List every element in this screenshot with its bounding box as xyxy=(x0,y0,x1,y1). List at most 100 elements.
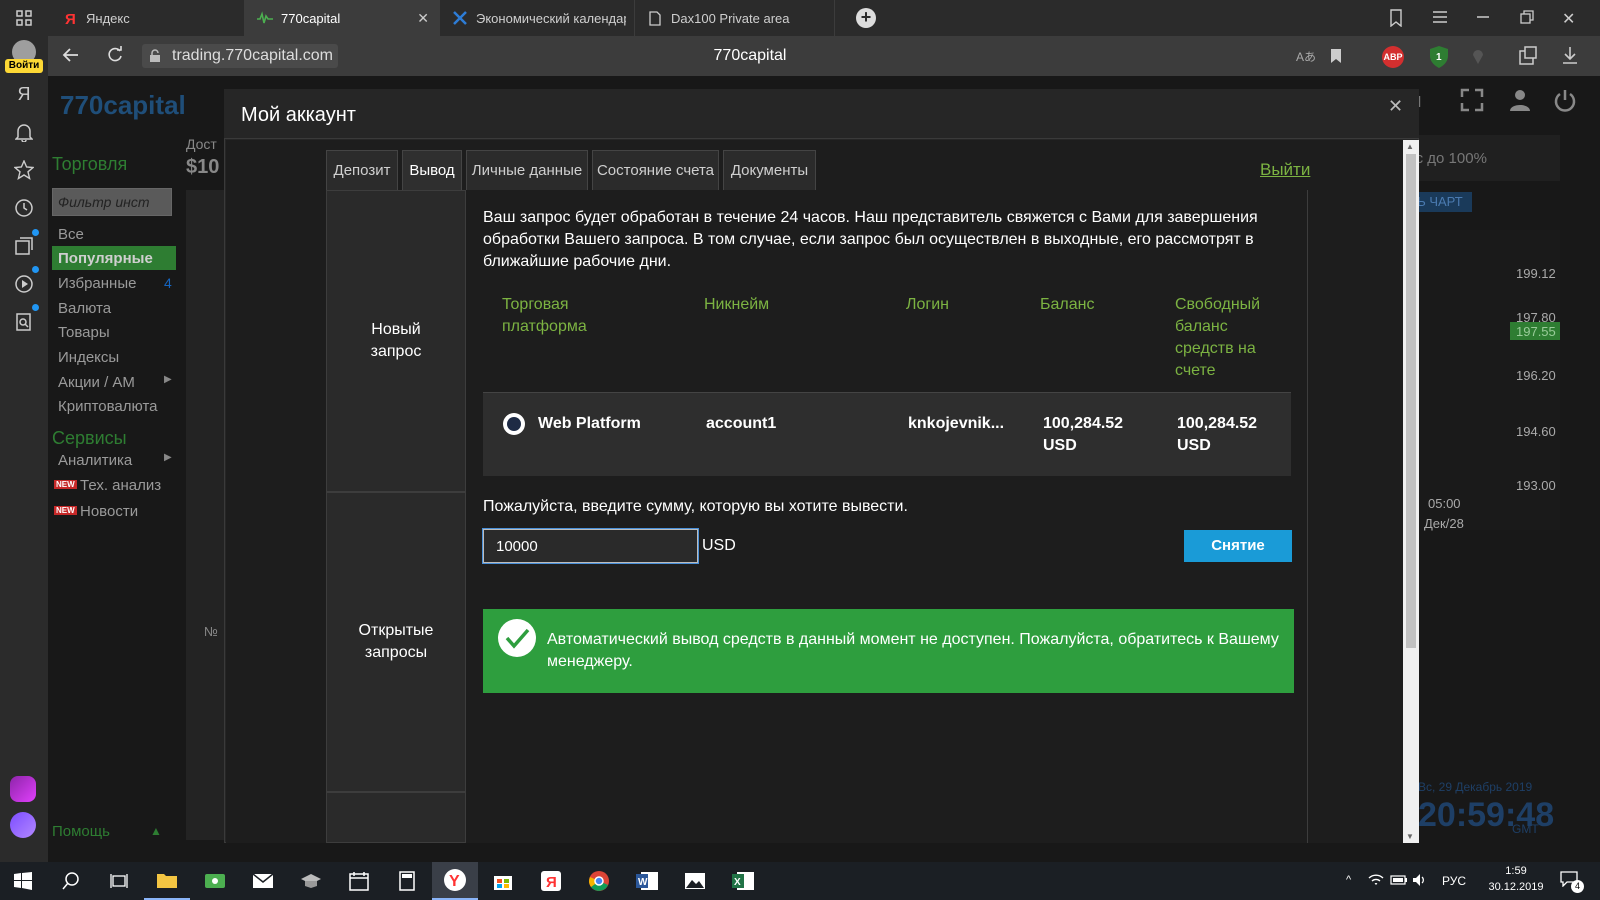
search-page-icon[interactable] xyxy=(12,310,36,334)
svg-text:Я: Я xyxy=(65,11,76,26)
logout-link[interactable]: Выйти xyxy=(1260,160,1310,180)
fullscreen-icon[interactable] xyxy=(1460,88,1484,112)
sidebar-heading-trading: Торговля xyxy=(52,154,128,174)
tab-dax100[interactable]: Dax100 Private area xyxy=(635,0,835,36)
cell-platform: Web Platform xyxy=(538,415,641,432)
collections-icon[interactable] xyxy=(12,234,36,258)
sidebar-item-favorites[interactable]: Избранные xyxy=(58,275,136,292)
task-view-icon[interactable] xyxy=(96,862,142,900)
scroll-down-arrow-icon[interactable]: ▼ xyxy=(1406,832,1414,841)
volume-icon[interactable] xyxy=(1412,873,1428,887)
mail-icon[interactable] xyxy=(240,862,286,900)
wifi-icon[interactable] xyxy=(1368,873,1384,887)
windows-start-icon[interactable] xyxy=(0,862,46,900)
chrome-icon[interactable] xyxy=(576,862,622,900)
cell-balance: 100,284.52 USD xyxy=(1043,415,1124,454)
side-open-requests[interactable]: Открытые запросы xyxy=(326,492,466,792)
search-icon[interactable] xyxy=(48,862,94,900)
tab-account-status[interactable]: Состояние счета xyxy=(592,150,719,190)
calendar-site-icon xyxy=(452,10,468,26)
tray-chevron-icon[interactable]: ^ xyxy=(1346,874,1351,886)
tabs-grid-icon[interactable] xyxy=(12,6,36,30)
tray-time[interactable]: 1:59 xyxy=(1492,865,1540,877)
clock-date: Вс, 29 Декабрь 2019 xyxy=(1418,780,1533,794)
withdraw-amount-input[interactable] xyxy=(483,529,698,563)
app-logo: 770capital xyxy=(60,90,186,120)
cell-nickname: account1 xyxy=(706,415,777,432)
check-circle-icon xyxy=(498,619,536,657)
sidebar-item-commodities[interactable]: Товары xyxy=(58,324,110,341)
help-link[interactable]: Помощь xyxy=(52,823,110,840)
star-icon[interactable] xyxy=(12,158,36,182)
new-tab-plus-icon[interactable]: + xyxy=(856,8,876,28)
svg-text:W: W xyxy=(638,877,648,888)
photos-icon[interactable] xyxy=(672,862,718,900)
alice-app-icon[interactable] xyxy=(10,776,36,802)
sidebar-item-indices[interactable]: Индексы xyxy=(58,349,119,366)
sidebar-item-stocks[interactable]: Акции / АМ xyxy=(58,374,135,391)
tab-calendar[interactable]: Экономический календар xyxy=(440,0,635,36)
tab-770capital[interactable]: 770capital ✕ xyxy=(245,0,440,36)
translate-icon[interactable]: Aあ xyxy=(1296,48,1316,65)
download-icon[interactable] xyxy=(1562,46,1578,64)
education-app-icon[interactable] xyxy=(288,862,334,900)
store-icon[interactable] xyxy=(480,862,526,900)
col-header-nickname: Никнейм xyxy=(704,296,770,313)
extensions-icon[interactable] xyxy=(1518,46,1538,66)
balance-label: Дост xyxy=(186,136,217,152)
bell-icon[interactable] xyxy=(12,120,36,144)
minimize-icon[interactable] xyxy=(1476,10,1490,24)
battery-icon[interactable] xyxy=(1390,875,1408,885)
yandex-ya-icon[interactable]: Я xyxy=(12,82,36,106)
video-play-icon[interactable] xyxy=(12,272,36,296)
calculator-icon[interactable] xyxy=(384,862,430,900)
sidebar-item-currency[interactable]: Валюта xyxy=(58,300,111,317)
withdraw-submit-button[interactable]: Снятие xyxy=(1184,530,1292,562)
input-language[interactable]: РУС xyxy=(1442,874,1466,888)
amount-prompt: Пожалуйста, введите сумму, которую вы хо… xyxy=(483,498,908,515)
yandex-browser-icon[interactable]: Y xyxy=(432,862,478,900)
scroll-up-arrow-icon[interactable]: ▲ xyxy=(1406,142,1414,151)
sidebar-item-tech-analysis[interactable]: Тех. анализ xyxy=(80,477,161,494)
tab-deposit[interactable]: Депозит xyxy=(326,150,398,190)
tray-date[interactable]: 30.12.2019 xyxy=(1476,881,1556,893)
location-icon[interactable] xyxy=(1472,47,1484,65)
excel-icon[interactable]: X xyxy=(720,862,766,900)
bookmarks-panel-icon[interactable] xyxy=(1388,9,1404,27)
sidebar-item-popular[interactable]: Популярные xyxy=(58,250,153,267)
tab-personal-data[interactable]: Личные данные xyxy=(466,150,588,190)
price-tick: 196.20 xyxy=(1516,368,1556,383)
money-app-icon[interactable] xyxy=(192,862,238,900)
sidebar-item-crypto[interactable]: Криптовалюта xyxy=(58,398,158,415)
tab-withdraw[interactable]: Вывод xyxy=(402,150,462,190)
sidebar-item-all[interactable]: Все xyxy=(58,226,84,243)
yandex-app-icon[interactable]: Я xyxy=(528,862,574,900)
tab-content-panel xyxy=(326,190,1308,843)
adblock-icon[interactable]: ABP xyxy=(1382,46,1404,68)
tab-yandex[interactable]: Я Яндекс xyxy=(50,0,245,36)
bookmark-icon[interactable] xyxy=(1330,48,1342,64)
power-icon[interactable] xyxy=(1553,88,1577,112)
tab-documents[interactable]: Документы xyxy=(723,150,816,190)
reload-icon[interactable] xyxy=(106,46,124,64)
user-icon[interactable] xyxy=(1508,88,1532,112)
sidebar-item-analytics[interactable]: Аналитика xyxy=(58,452,132,469)
currency-label: USD xyxy=(702,537,736,554)
current-price: 197.55 xyxy=(1516,324,1556,339)
close-modal-icon[interactable]: ✕ xyxy=(1388,96,1403,117)
back-arrow-icon[interactable] xyxy=(62,46,80,64)
restore-icon[interactable] xyxy=(1520,10,1534,24)
close-window-icon[interactable]: ✕ xyxy=(1562,9,1575,29)
history-clock-icon[interactable] xyxy=(12,196,36,220)
calendar-app-icon[interactable] xyxy=(336,862,382,900)
sidebar-item-news[interactable]: Новости xyxy=(80,503,138,520)
alice-voice-icon[interactable] xyxy=(10,812,36,838)
chevron-up-icon[interactable]: ▲ xyxy=(150,824,162,838)
close-tab-icon[interactable]: ✕ xyxy=(417,10,429,27)
login-badge[interactable]: Войти xyxy=(5,59,43,73)
menu-icon[interactable] xyxy=(1432,10,1448,24)
word-icon[interactable]: W xyxy=(624,862,670,900)
scrollbar-thumb[interactable] xyxy=(1406,154,1416,648)
side-new-request[interactable]: Новый запрос xyxy=(326,190,466,492)
file-explorer-icon[interactable] xyxy=(144,862,190,900)
